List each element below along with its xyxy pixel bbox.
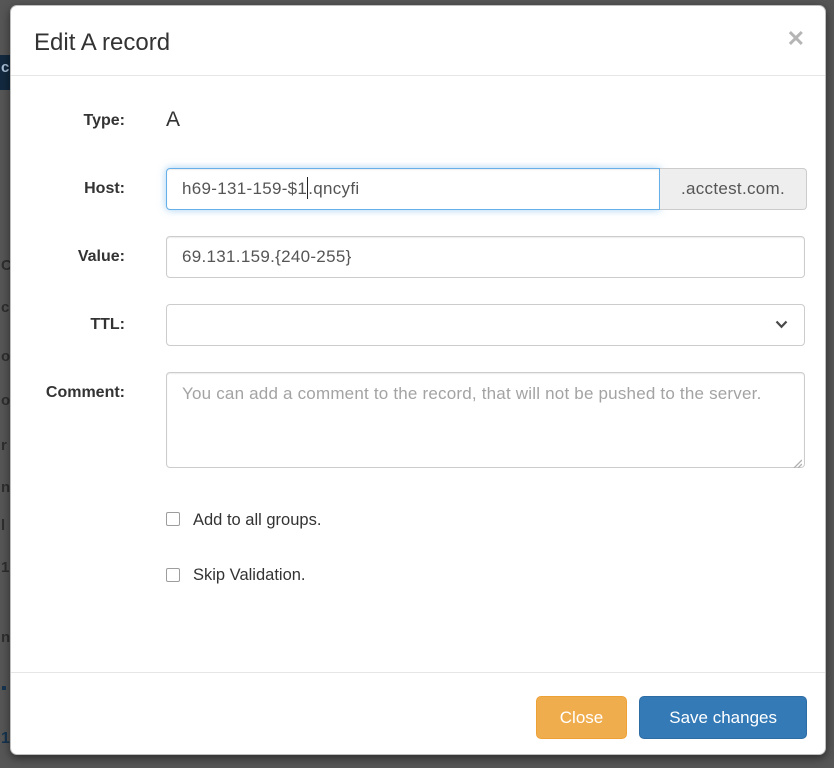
background-page-fragment: n xyxy=(1,480,10,495)
host-input[interactable]: h69-131-159-$1.qncyfi xyxy=(166,168,660,210)
value-row: Value: xyxy=(11,236,825,278)
skip-validation-checkbox[interactable] xyxy=(166,568,180,582)
chevron-down-icon xyxy=(775,320,788,329)
add-to-all-groups-checkbox[interactable] xyxy=(166,512,180,526)
edit-a-record-modal: Edit A record ✕ Type: A Host: h69-131-15… xyxy=(10,5,826,755)
type-label: Type: xyxy=(11,104,125,130)
host-input-text-before-caret: h69-131-159-$1 xyxy=(182,179,307,198)
background-page-fragment: n xyxy=(1,630,10,645)
add-to-all-groups-row: Add to all groups. xyxy=(166,511,825,529)
comment-textarea[interactable] xyxy=(166,372,805,468)
ttl-row: TTL: xyxy=(11,304,825,346)
comment-label: Comment: xyxy=(11,372,125,402)
host-row: Host: h69-131-159-$1.qncyfi .acctest.com… xyxy=(11,168,825,210)
modal-footer: Close Save changes xyxy=(11,672,825,754)
type-value: A xyxy=(166,104,805,132)
type-row: Type: A xyxy=(11,104,825,132)
host-domain-addon: .acctest.com. xyxy=(660,168,807,210)
ttl-label: TTL: xyxy=(11,304,125,334)
modal-header: Edit A record ✕ xyxy=(11,6,825,76)
modal-body: Type: A Host: h69-131-159-$1.qncyfi .acc… xyxy=(11,76,825,672)
skip-validation-row: Skip Validation. xyxy=(166,566,825,584)
skip-validation-label: Skip Validation. xyxy=(193,566,306,584)
save-changes-button[interactable]: Save changes xyxy=(639,696,807,739)
add-to-all-groups-label: Add to all groups. xyxy=(193,511,321,529)
value-input[interactable] xyxy=(166,236,805,278)
modal-title: Edit A record xyxy=(34,30,802,56)
background-page-fragment: ▪ xyxy=(1,681,7,697)
host-label: Host: xyxy=(11,168,125,198)
value-label: Value: xyxy=(11,236,125,266)
host-input-text-after-caret: .qncyfi xyxy=(308,179,359,198)
close-icon[interactable]: ✕ xyxy=(787,28,805,50)
comment-row: Comment: xyxy=(11,372,825,473)
background-page-fragment: c xyxy=(1,60,9,75)
background-page-fragment: r xyxy=(1,438,7,453)
background-page-fragment: l xyxy=(1,518,5,533)
ttl-select[interactable] xyxy=(166,304,805,346)
close-button[interactable]: Close xyxy=(536,696,627,739)
